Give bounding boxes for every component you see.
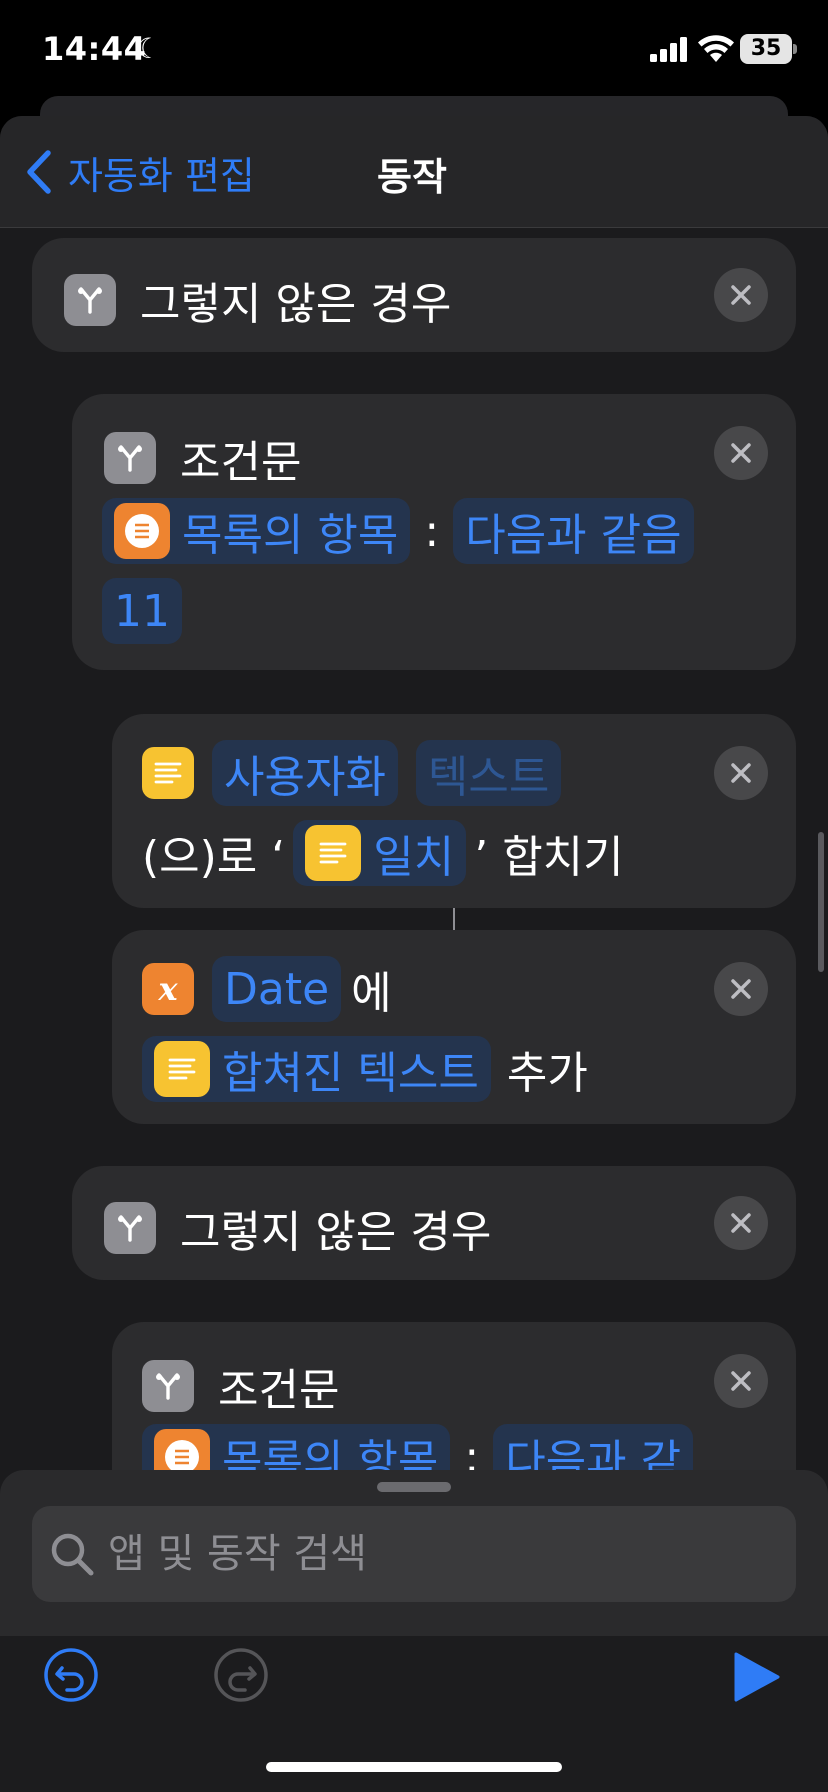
close-icon	[731, 1213, 751, 1233]
search-input[interactable]	[108, 1531, 768, 1577]
status-bar: 14:44 ☾ 35	[0, 0, 828, 100]
branch-icon	[104, 1202, 156, 1254]
undo-button[interactable]	[42, 1646, 100, 1704]
close-icon	[731, 285, 751, 305]
combine-prefix: (으)로 ‘	[142, 832, 286, 883]
action-list[interactable]: 그렇지 않은 경우 조건문 목록의 항목: 다음과 같음 11 사용자화 텍스…	[0, 228, 828, 1588]
redo-button[interactable]	[212, 1646, 270, 1704]
text-icon	[154, 1041, 210, 1097]
if-action-1[interactable]: 조건문 목록의 항목 : 다음과 같음 11	[72, 394, 796, 670]
otherwise-label: 그렇지 않은 경우	[180, 1207, 492, 1258]
text-icon	[142, 747, 194, 799]
custom-separator-token[interactable]: 사용자화	[212, 740, 398, 806]
text-icon	[305, 825, 362, 881]
close-icon	[731, 1371, 751, 1391]
condition-token[interactable]: 다음과 같음	[453, 498, 694, 564]
otherwise-label: 그렇지 않은 경우	[140, 279, 452, 330]
close-icon	[731, 443, 751, 463]
battery-icon: 35	[740, 34, 792, 64]
search-bar[interactable]	[32, 1506, 796, 1602]
page-title: 동작	[0, 146, 828, 201]
branch-icon	[142, 1360, 194, 1412]
add-to-variable-action[interactable]: x Date 에 합쳐진 텍스트 추가	[112, 930, 796, 1124]
nav-bar: 자동화 편집 동작	[0, 116, 828, 228]
variable-token[interactable]: 목록의 항목	[102, 498, 411, 564]
battery-cap	[793, 44, 797, 54]
if-label: 조건문	[218, 1365, 340, 1416]
list-icon	[114, 503, 170, 559]
combined-text-label: 합쳐진 텍스트	[222, 1048, 479, 1099]
home-indicator	[266, 1762, 562, 1772]
page-title-text: 동작	[377, 155, 447, 199]
status-time: 14:44	[42, 30, 147, 68]
moon-icon: ☾	[136, 32, 162, 65]
otherwise-action-2[interactable]: 그렇지 않은 경우	[72, 1166, 796, 1280]
colon-text: :	[424, 505, 440, 557]
add-verb: 추가	[506, 1048, 588, 1099]
scroll-indicator[interactable]	[818, 832, 824, 972]
otherwise-action-1[interactable]: 그렇지 않은 경우	[32, 238, 796, 352]
combined-text-token[interactable]: 합쳐진 텍스트	[142, 1036, 491, 1102]
branch-icon	[64, 274, 116, 326]
variable-token-label: 목록의 항목	[182, 510, 399, 561]
panel-grabber[interactable]	[377, 1482, 451, 1492]
branch-icon	[104, 432, 156, 484]
match-token-label: 일치	[373, 832, 455, 883]
if-label: 조건문	[180, 437, 302, 488]
wifi-icon	[698, 35, 734, 62]
remove-action-button[interactable]	[714, 1354, 768, 1408]
particle-text: 에	[351, 968, 392, 1019]
variable-icon: x	[142, 963, 194, 1015]
value-token[interactable]: 11	[102, 578, 182, 644]
remove-action-button[interactable]	[714, 962, 768, 1016]
cellular-signal-icon	[650, 37, 687, 62]
remove-action-button[interactable]	[714, 426, 768, 480]
remove-action-button[interactable]	[714, 268, 768, 322]
close-icon	[731, 763, 751, 783]
connector-line	[453, 908, 455, 930]
text-placeholder-token[interactable]: 텍스트	[415, 740, 562, 806]
remove-action-button[interactable]	[714, 1196, 768, 1250]
remove-action-button[interactable]	[714, 746, 768, 800]
combine-suffix: ’ 합치기	[474, 832, 624, 883]
match-token[interactable]: 일치	[293, 820, 467, 886]
search-icon	[51, 1533, 94, 1576]
date-variable-token[interactable]: Date	[212, 956, 342, 1022]
play-button[interactable]	[726, 1648, 784, 1706]
action-search-panel	[0, 1470, 828, 1792]
close-icon	[731, 979, 751, 999]
combine-text-action[interactable]: 사용자화 텍스트 (으)로 ‘ 일치 ’ 합치기	[112, 714, 796, 908]
